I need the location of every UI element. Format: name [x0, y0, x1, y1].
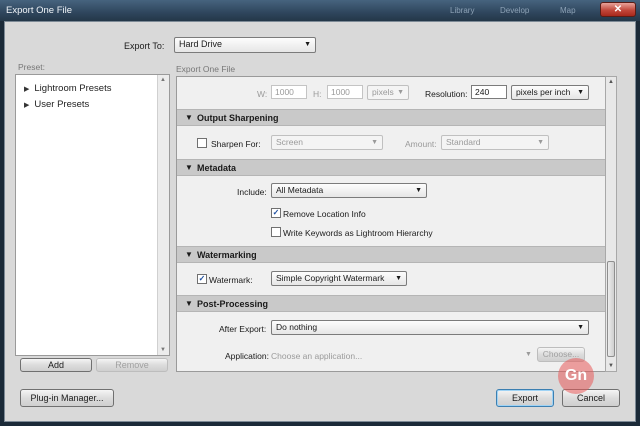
close-button[interactable]: ✓ ✕ — [600, 2, 636, 17]
include-label: Include: — [237, 187, 267, 197]
collapse-triangle-icon: ▼ — [185, 250, 193, 259]
application-label: Application: — [225, 351, 269, 361]
remove-location-label: Remove Location Info — [283, 209, 366, 219]
amount-select[interactable]: Standard ▼ — [441, 135, 549, 150]
plugin-manager-button[interactable]: Plug-in Manager... — [20, 389, 114, 407]
export-to-label: Export To: — [124, 41, 165, 51]
section-watermarking[interactable]: ▼ Watermarking — [177, 246, 605, 263]
width-input[interactable]: 1000 — [271, 85, 307, 99]
bg-tab-develop: Develop — [500, 6, 530, 15]
expand-triangle-icon: ▶ — [24, 86, 30, 93]
write-keywords-checkbox[interactable] — [271, 227, 281, 237]
settings-scrollbar[interactable]: ▲ ▼ — [605, 76, 617, 372]
chevron-down-icon: ▼ — [577, 89, 584, 96]
export-to-value: Hard Drive — [179, 39, 223, 49]
chevron-down-icon: ▼ — [304, 41, 311, 48]
sharpen-for-select[interactable]: Screen ▼ — [271, 135, 383, 150]
resolution-unit-select[interactable]: pixels per inch ▼ — [511, 85, 589, 100]
sharpen-for-checkbox[interactable] — [197, 138, 207, 148]
section-title: Post-Processing — [197, 299, 269, 309]
main-panel-header: Export One File — [176, 64, 236, 74]
scroll-down-icon[interactable]: ▼ — [608, 363, 614, 369]
remove-preset-button[interactable]: Remove — [96, 358, 168, 372]
write-keywords-label: Write Keywords as Lightroom Hierarchy — [283, 228, 433, 238]
preset-scrollbar[interactable]: ▲ ▼ — [157, 75, 169, 355]
section-title: Metadata — [197, 163, 237, 173]
preset-label: Preset: — [18, 62, 45, 72]
expand-triangle-icon: ▶ — [24, 102, 30, 109]
height-label: H: — [313, 89, 322, 99]
title-bar: Export One File Library Develop Map ✓ ✕ — [0, 0, 640, 21]
watermark-select[interactable]: Simple Copyright Watermark ▼ — [271, 271, 407, 286]
tree-item-lightroom-presets[interactable]: ▶ Lightroom Presets — [24, 83, 111, 94]
amount-label: Amount: — [405, 139, 437, 149]
watermark-checkbox[interactable]: ✓ — [197, 274, 207, 284]
chevron-down-icon: ▼ — [577, 324, 584, 331]
settings-panel: W: 1000 H: 1000 pixels ▼ Resolution: 240… — [176, 76, 606, 372]
section-metadata[interactable]: ▼ Metadata — [177, 159, 605, 176]
chevron-down-icon: ▼ — [397, 89, 404, 96]
collapse-triangle-icon: ▼ — [185, 299, 193, 308]
after-export-select[interactable]: Do nothing ▼ — [271, 320, 589, 335]
watermark-label: Watermark: — [209, 275, 253, 285]
chevron-down-icon: ▼ — [537, 139, 544, 146]
section-title: Output Sharpening — [197, 113, 279, 123]
scroll-up-icon[interactable]: ▲ — [608, 79, 614, 85]
scroll-up-icon[interactable]: ▲ — [160, 77, 166, 83]
watermark-logo: Gn — [558, 358, 594, 394]
section-title: Watermarking — [197, 250, 257, 260]
scroll-down-icon[interactable]: ▼ — [160, 347, 166, 353]
application-chevron-down-icon[interactable]: ▼ — [525, 351, 532, 358]
preset-tree: ▶ Lightroom Presets ▶ User Presets ▲ ▼ — [15, 74, 170, 356]
export-button[interactable]: Export — [496, 389, 554, 407]
chevron-down-icon: ▼ — [395, 275, 402, 282]
application-placeholder[interactable]: Choose an application... — [271, 351, 362, 361]
section-post-processing[interactable]: ▼ Post-Processing — [177, 295, 605, 312]
bg-tab-map: Map — [560, 6, 576, 15]
collapse-triangle-icon: ▼ — [185, 113, 193, 122]
close-glyph: ✕ — [613, 4, 623, 15]
resolution-input[interactable]: 240 — [471, 85, 507, 99]
add-preset-button[interactable]: Add — [20, 358, 92, 372]
resolution-label: Resolution: — [425, 89, 468, 99]
chevron-down-icon: ▼ — [371, 139, 378, 146]
size-unit-select[interactable]: pixels ▼ — [367, 85, 409, 100]
section-output-sharpening[interactable]: ▼ Output Sharpening — [177, 109, 605, 126]
include-select[interactable]: All Metadata ▼ — [271, 183, 427, 198]
sharpen-for-label: Sharpen For: — [211, 139, 261, 149]
tree-item-user-presets[interactable]: ▶ User Presets — [24, 99, 89, 110]
after-export-label: After Export: — [219, 324, 267, 334]
width-label: W: — [257, 89, 268, 99]
window-title: Export One File — [6, 5, 72, 16]
export-to-select[interactable]: Hard Drive ▼ — [174, 37, 316, 53]
remove-location-checkbox[interactable]: ✓ — [271, 208, 281, 218]
bg-tab-library: Library — [450, 6, 475, 15]
collapse-triangle-icon: ▼ — [185, 163, 193, 172]
scrollbar-thumb[interactable] — [607, 261, 615, 357]
height-input[interactable]: 1000 — [327, 85, 363, 99]
chevron-down-icon: ▼ — [415, 187, 422, 194]
